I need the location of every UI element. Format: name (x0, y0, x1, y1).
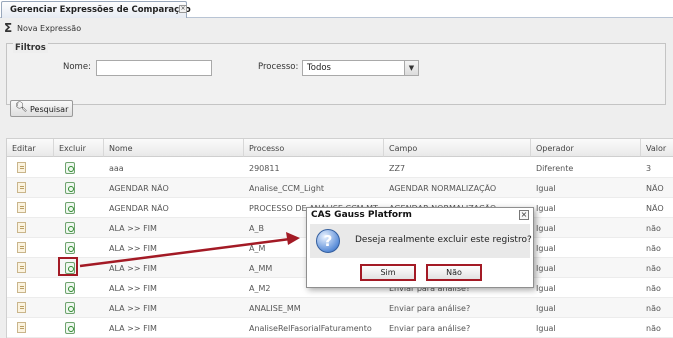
cell-operador: Igual (536, 304, 556, 313)
name-label: Nome: (63, 62, 91, 72)
dialog-message: Deseja realmente excluir este registro? (355, 235, 532, 245)
cell-operador: Igual (536, 184, 556, 193)
cell-operador: Igual (536, 204, 556, 213)
cell-operador: Igual (536, 284, 556, 293)
tab-gerenciar-expressoes[interactable]: Gerenciar Expressões de Comparação × (1, 1, 191, 18)
delete-icon[interactable] (65, 202, 75, 214)
edit-icon[interactable] (17, 222, 26, 233)
cell-operador: Igual (536, 244, 556, 253)
cell-valor: NÃO (646, 184, 664, 193)
column-header-excluir[interactable]: Excluir (54, 139, 104, 157)
cell-campo: Enviar para análise? (389, 324, 471, 333)
column-header-processo[interactable]: Processo (244, 139, 384, 157)
cell-operador: Igual (536, 264, 556, 273)
close-icon[interactable]: × (519, 210, 529, 220)
dialog-title: CAS Gauss Platform (311, 210, 412, 220)
tab-bar: Gerenciar Expressões de Comparação × (0, 0, 673, 18)
delete-icon[interactable] (65, 222, 75, 234)
search-button-label: Pesquisar (30, 105, 69, 114)
edit-icon[interactable] (17, 182, 26, 193)
no-button[interactable]: Não (426, 264, 482, 281)
cell-valor: não (646, 284, 661, 293)
edit-icon[interactable] (17, 302, 26, 313)
name-input[interactable] (96, 60, 212, 76)
cell-valor: não (646, 264, 661, 273)
cell-valor: não (646, 224, 661, 233)
cell-nome: aaa (109, 164, 124, 173)
search-icon: 🔍︎ (15, 102, 28, 113)
delete-icon[interactable] (65, 282, 75, 294)
edit-icon[interactable] (17, 282, 26, 293)
table-row[interactable]: ALA >> FIM ANALISE_MM Enviar para anális… (7, 298, 673, 318)
chevron-down-icon[interactable]: ▼ (404, 61, 418, 75)
cell-valor: não (646, 324, 661, 333)
column-header-editar[interactable]: Editar (7, 139, 54, 157)
cell-valor: não (646, 244, 661, 253)
main-content: Σ Nova Expressão Filtros Nome: Processo:… (0, 18, 673, 338)
cell-nome: ALA >> FIM (109, 284, 157, 293)
cell-nome: AGENDAR NÃO (109, 184, 169, 193)
cell-campo: AGENDAR NORMALIZAÇÃO (389, 184, 497, 193)
cell-nome: AGENDAR NÃO (109, 204, 169, 213)
process-label: Processo: (258, 62, 299, 72)
edit-icon[interactable] (17, 262, 26, 273)
highlight-delete-icon (58, 257, 78, 276)
process-select[interactable]: Todos ▼ (302, 60, 419, 76)
cell-processo: Analise_CCM_Light (249, 184, 325, 193)
delete-icon[interactable] (65, 162, 75, 174)
cell-campo: ZZ7 (389, 164, 406, 173)
sigma-icon: Σ (4, 21, 13, 35)
column-header-nome[interactable]: Nome (104, 139, 244, 157)
cell-valor: 3 (646, 164, 652, 173)
cell-operador: Igual (536, 224, 556, 233)
search-button[interactable]: 🔍︎ Pesquisar (10, 100, 73, 117)
cell-nome: ALA >> FIM (109, 324, 157, 333)
cell-nome: ALA >> FIM (109, 304, 157, 313)
table-row[interactable]: aaa 290811 ZZ7 Diferente 3 (7, 158, 673, 178)
edit-icon[interactable] (17, 162, 26, 173)
cell-operador: Igual (536, 324, 556, 333)
cell-nome: ALA >> FIM (109, 224, 157, 233)
delete-icon[interactable] (65, 302, 75, 314)
process-select-value: Todos (307, 63, 331, 73)
tab-title: Gerenciar Expressões de Comparação (10, 5, 191, 15)
question-icon: ? (316, 229, 340, 253)
dialog-titlebar: CAS Gauss Platform × (307, 208, 533, 223)
cell-processo: ANALISE_MM (249, 304, 301, 313)
tab-close-icon[interactable]: × (179, 5, 187, 13)
confirm-dialog: CAS Gauss Platform × ? Deseja realmente … (306, 207, 534, 288)
delete-icon[interactable] (65, 242, 75, 254)
edit-icon[interactable] (17, 202, 26, 213)
filters-panel: Filtros Nome: Processo: Todos ▼ (6, 43, 666, 105)
yes-button[interactable]: Sim (360, 264, 416, 281)
cell-campo: Enviar para análise? (389, 304, 471, 313)
cell-operador: Diferente (536, 164, 574, 173)
cell-processo: AnaliseRelFasorialFaturamento (249, 324, 372, 333)
column-header-valor[interactable]: Valor (641, 139, 673, 157)
edit-icon[interactable] (17, 322, 26, 333)
toolbar: Σ Nova Expressão (0, 20, 673, 36)
cell-valor: NÃO (646, 204, 664, 213)
cell-nome: ALA >> FIM (109, 244, 157, 253)
table-row[interactable]: AGENDAR NÃO Analise_CCM_Light AGENDAR NO… (7, 178, 673, 198)
column-header-operador[interactable]: Operador (531, 139, 641, 157)
cell-processo: 290811 (249, 164, 280, 173)
cell-valor: não (646, 304, 661, 313)
cell-nome: ALA >> FIM (109, 264, 157, 273)
column-header-campo[interactable]: Campo (384, 139, 531, 157)
delete-icon[interactable] (65, 322, 75, 334)
delete-icon[interactable] (65, 182, 75, 194)
edit-icon[interactable] (17, 242, 26, 253)
new-expression-button[interactable]: Nova Expressão (17, 24, 81, 33)
filters-legend: Filtros (13, 43, 48, 53)
dialog-body: ? Deseja realmente excluir este registro… (310, 224, 532, 258)
table-row[interactable]: ALA >> FIM AnaliseRelFasorialFaturamento… (7, 318, 673, 338)
